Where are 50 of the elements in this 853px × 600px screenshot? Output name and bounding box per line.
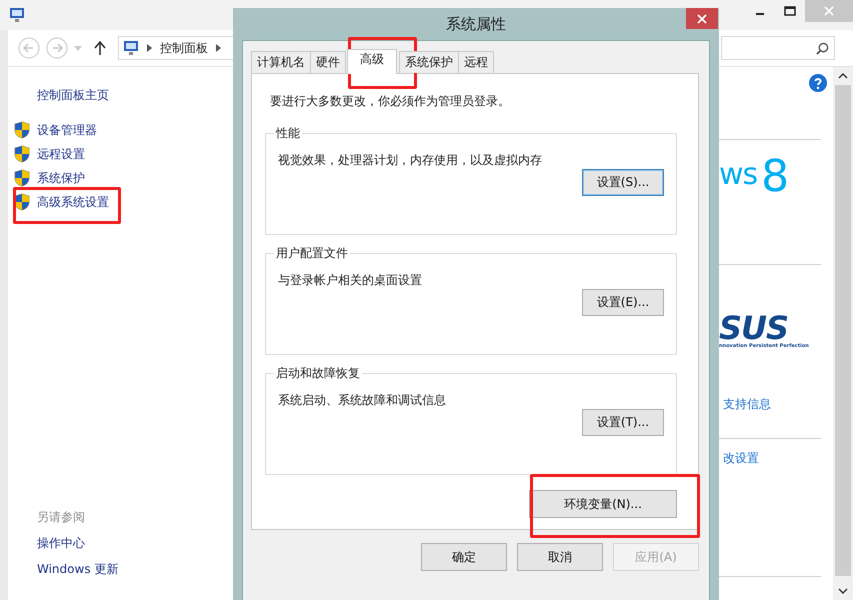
chevron-icon[interactable] xyxy=(216,44,221,52)
see-also-heading: 另请参阅 xyxy=(37,509,86,526)
shield-icon xyxy=(14,193,30,211)
chevron-icon[interactable] xyxy=(147,44,152,52)
tab[interactable]: 硬件 xyxy=(310,51,346,73)
scrollbar[interactable] xyxy=(833,67,853,600)
support-link[interactable]: 支持信息 xyxy=(723,396,771,413)
tab[interactable]: 远程 xyxy=(458,51,494,73)
tab[interactable]: 计算机名 xyxy=(251,51,311,73)
help-icon[interactable] xyxy=(809,74,827,92)
shield-icon xyxy=(14,169,30,187)
tab[interactable]: 高级 xyxy=(347,49,397,74)
scroll-down-icon[interactable] xyxy=(838,588,848,594)
environment-variables-button[interactable]: 环境变量(N)... xyxy=(529,490,677,518)
search-icon xyxy=(816,42,829,54)
computer-icon xyxy=(123,40,139,56)
group-title: 用户配置文件 xyxy=(275,245,349,262)
shield-icon xyxy=(14,121,30,139)
notice-text: 要进行大多数更改，你必须作为管理员登录。 xyxy=(270,93,511,110)
control-panel-home-link[interactable]: 控制面板主页 xyxy=(37,87,233,104)
search-field[interactable] xyxy=(721,36,835,60)
group-title: 启动和故障恢复 xyxy=(275,365,361,382)
group-title: 性能 xyxy=(274,125,301,142)
dialog-button[interactable]: 确定 xyxy=(421,543,507,571)
settings-button[interactable]: 设置(S)... xyxy=(582,169,664,196)
task-link[interactable]: 设备管理器 xyxy=(37,122,97,138)
see-also-link[interactable]: 操作中心 xyxy=(37,535,233,552)
up-arrow-icon[interactable] xyxy=(94,41,106,55)
task-link[interactable]: 系统保护 xyxy=(37,170,85,186)
group-description: 与登录帐户相关的桌面设置 xyxy=(278,272,423,289)
scroll-up-icon[interactable] xyxy=(838,73,848,79)
task-link[interactable]: 高级系统设置 xyxy=(37,194,109,210)
settings-button[interactable]: 设置(E)... xyxy=(582,289,664,316)
breadcrumb[interactable]: 控制面板 xyxy=(160,40,208,56)
computer-icon xyxy=(9,7,25,23)
dialog-title: 系统属性 xyxy=(446,14,506,34)
see-also-link[interactable]: Windows 更新 xyxy=(37,561,233,578)
highlight-frame xyxy=(348,37,417,89)
group-description: 系统启动、系统故障和调试信息 xyxy=(278,392,447,409)
tab[interactable]: 系统保护 xyxy=(399,51,459,73)
dialog-button[interactable]: 取消 xyxy=(517,543,603,571)
close-button[interactable] xyxy=(686,8,718,29)
task-link[interactable]: 远程设置 xyxy=(37,146,85,162)
close-icon xyxy=(824,6,834,16)
group-description: 视觉效果，处理器计划，内存使用，以及虚拟内存 xyxy=(278,152,543,169)
close-icon xyxy=(697,14,707,24)
settings-link[interactable]: 改设置 xyxy=(723,450,759,467)
shield-icon xyxy=(14,145,30,163)
maximize-icon[interactable] xyxy=(784,6,796,16)
settings-button[interactable]: 设置(T)... xyxy=(582,409,664,436)
